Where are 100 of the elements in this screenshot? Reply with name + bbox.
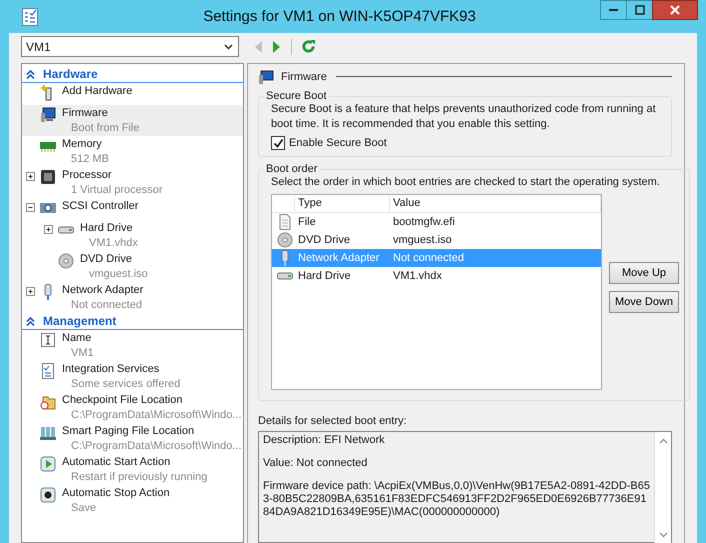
expand-icon[interactable] [44, 225, 53, 234]
item-label: Smart Paging File Location [62, 424, 196, 439]
play-icon [40, 456, 56, 472]
tree-item[interactable]: Name VM1 [22, 330, 243, 361]
scroll-up-icon[interactable] [658, 438, 668, 444]
collapse-chevron-icon [26, 316, 35, 326]
item-detail: vmguest.iso [88, 267, 148, 281]
details-line: Description: EFI Network [263, 434, 386, 447]
tree-item[interactable]: Network Adapter Not connected [22, 282, 243, 313]
chevron-down-icon [224, 44, 233, 50]
collapse-icon[interactable] [26, 203, 35, 212]
tree-item[interactable]: DVD Drive vmguest.iso [22, 251, 243, 282]
details-line: Firmware device path: \AcpiEx(VMBus,0,0)\VenHw(9B17E5A2-0891-42DD-B653-80B5C22809BA,635161F83EDFC546913FF2D2F965ED0E6926B77736E9184DA9A821D16349E95E)\MAC(000000000000) [263, 480, 650, 519]
description-text: Secure Boot is a feature that helps prevents unauthorized code from running at boot time. It is recommended that you enable this setting. [271, 102, 657, 132]
document-icon [276, 214, 292, 230]
item-label: Automatic Start Action [62, 455, 172, 470]
window-title: Settings for VM1 on WIN-K5OP47VFK93 [202, 8, 477, 25]
monitor-icon [258, 70, 274, 84]
boot-entry-row[interactable]: File bootmgfw.efi [272, 213, 601, 231]
item-detail: 512 MB [70, 152, 109, 166]
close-icon [670, 5, 680, 15]
maximize-icon [634, 5, 644, 15]
item-label: Name [62, 331, 92, 346]
item-label: Memory [62, 137, 103, 152]
item-detail: Not connected [70, 298, 143, 312]
item-detail: 1 Virtual processor [70, 183, 163, 197]
group-title: Secure Boot [265, 90, 328, 102]
expand-icon[interactable] [26, 287, 35, 296]
move-up-button[interactable]: Move Up [609, 262, 679, 284]
item-label: Network Adapter [62, 283, 144, 298]
boot-entry-row[interactable]: DVD Drive vmguest.iso [272, 231, 601, 249]
section-header[interactable]: Hardware [22, 66, 243, 83]
item-detail: VM1 [70, 346, 94, 360]
refresh-icon[interactable] [301, 39, 316, 54]
expand-icon[interactable] [26, 172, 35, 181]
item-label: Integration Services [62, 362, 160, 377]
item-label: Processor [62, 168, 113, 183]
boot-entry-row[interactable]: Hard Drive VM1.vhdx [272, 267, 601, 285]
tree-item[interactable]: Processor 1 Virtual processor [22, 167, 243, 198]
disc-icon [276, 232, 292, 248]
minimize-button[interactable] [600, 0, 627, 20]
processor-icon [40, 169, 56, 185]
tree-item[interactable]: SCSI Controller [22, 198, 243, 220]
column-header[interactable]: Value [390, 195, 601, 212]
checkmark-icon [272, 138, 284, 148]
table-cell-text: bootmgfw.efi [392, 216, 456, 228]
monitor-icon [40, 107, 56, 123]
table-cell-text: DVD Drive [297, 234, 351, 246]
item-label: Checkpoint File Location [62, 393, 184, 408]
tree-item[interactable]: Memory 512 MB [22, 136, 243, 167]
item-detail: Boot from File [70, 121, 140, 135]
disc-icon [58, 253, 74, 269]
tree-item[interactable]: Add Hardware [22, 83, 243, 105]
tree-item[interactable]: Checkpoint File Location C:\ProgramData\Microsoft\Windo... [22, 392, 243, 423]
item-detail: VM1.vhdx [88, 236, 138, 250]
tree-item[interactable]: Hard Drive VM1.vhdx [22, 220, 243, 251]
instruction-text: Select the order in which boot entries are checked to start the operating system. [271, 175, 661, 190]
forward-arrow-icon[interactable] [272, 40, 282, 54]
item-label: Firmware [62, 106, 109, 121]
checkbox-label[interactable]: Enable Secure Boot [289, 137, 387, 149]
vm-dropdown[interactable]: VM1 [21, 36, 239, 57]
item-detail: C:\ProgramData\Microsoft\Windo... [70, 439, 242, 453]
checklist-icon [40, 363, 56, 379]
item-detail: Save [70, 501, 98, 515]
table-cell-text: Not connected [392, 252, 465, 264]
folder-icon [40, 394, 56, 410]
tree-item[interactable]: Integration Services Some services offered [22, 361, 243, 392]
table-cell-text: vmguest.iso [392, 234, 453, 246]
item-label: DVD Drive [80, 252, 133, 267]
collapse-chevron-icon [26, 70, 35, 78]
tree-item[interactable]: Automatic Start Action Restart if previously running [22, 454, 243, 485]
column-header[interactable]: Type [295, 195, 390, 212]
tree-item[interactable]: Firmware Boot from File [22, 105, 243, 136]
details-label: Details for selected boot entry: [258, 415, 408, 427]
tree-item[interactable]: Smart Paging File Location C:\ProgramData\Microsoft\Windo... [22, 423, 243, 454]
item-label: Hard Drive [80, 221, 134, 236]
item-detail: Restart if previously running [70, 470, 208, 484]
checkbox[interactable] [271, 136, 285, 150]
details-line: Value: Not connected [263, 457, 368, 470]
section-header[interactable]: Management [22, 313, 243, 330]
text-cursor-icon [40, 332, 56, 348]
panel-title: Firmware [281, 70, 327, 82]
table-cell-text: File [297, 216, 317, 228]
details-text-area[interactable] [258, 431, 672, 543]
maximize-button[interactable] [626, 0, 653, 20]
item-label: SCSI Controller [62, 199, 138, 214]
item-label: Automatic Stop Action [62, 486, 170, 501]
table-cell-text: VM1.vhdx [392, 270, 443, 282]
scroll-bar[interactable] [654, 432, 671, 543]
table-cell-text: Network Adapter [297, 252, 380, 264]
scroll-down-icon[interactable] [658, 532, 668, 538]
stop-icon [40, 487, 56, 503]
item-detail: C:\ProgramData\Microsoft\Windo... [70, 408, 242, 422]
tree-item[interactable]: Automatic Stop Action Save [22, 485, 243, 516]
checklist-icon [22, 8, 38, 26]
minimize-icon [609, 9, 618, 11]
table-cell-text: Hard Drive [297, 270, 352, 282]
close-button[interactable] [652, 0, 698, 20]
move-down-button[interactable]: Move Down [609, 291, 679, 313]
item-detail: Some services offered [70, 377, 180, 391]
